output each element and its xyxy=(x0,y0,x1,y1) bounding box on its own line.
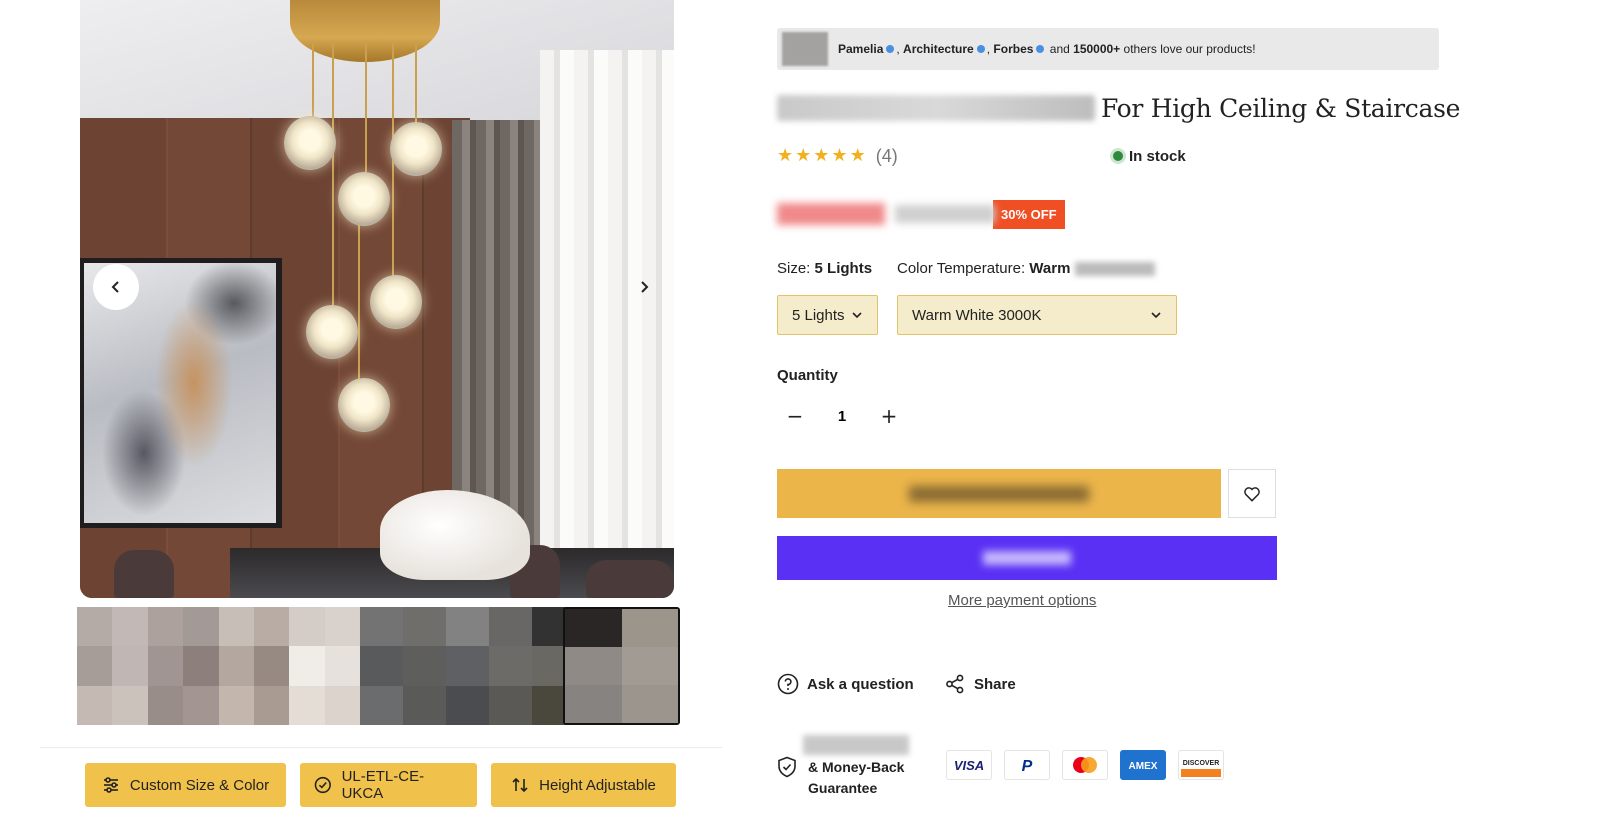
mastercard-icon xyxy=(1062,750,1108,780)
blurred-sale-price xyxy=(777,203,885,225)
quantity-label: Quantity xyxy=(777,367,838,384)
verified-icon xyxy=(886,45,895,53)
stock-status: In stock xyxy=(1113,145,1186,167)
chevron-right-icon xyxy=(641,281,649,293)
blurred-text xyxy=(1074,262,1155,277)
product-title-text: For High Ceiling & Staircase xyxy=(1101,93,1461,123)
share-icon xyxy=(946,674,964,694)
social-proof-banner: Pamelia, Architecture, Forbes and 150000… xyxy=(777,28,1439,70)
more-payment-options-link[interactable]: More payment options xyxy=(948,592,1096,609)
thumbnail-strip xyxy=(77,607,680,727)
color-option-label: Color Temperature: Warm xyxy=(897,260,1155,277)
certification-label: UL-ETL-CE-UKCA xyxy=(341,768,425,802)
chandelier-bulb xyxy=(338,378,390,432)
quantity-input[interactable] xyxy=(825,406,859,426)
quantity-stepper: − + xyxy=(777,398,907,434)
blurred-text xyxy=(803,735,909,755)
quantity-increase-button[interactable]: + xyxy=(871,398,907,434)
rating[interactable]: ★ ★ ★ ★ ★ (4) xyxy=(777,144,898,168)
product-main-image[interactable] xyxy=(80,0,674,598)
svg-text:DISCOVER: DISCOVER xyxy=(1183,760,1220,767)
discover-icon: DISCOVER xyxy=(1178,750,1224,780)
review-count: (4) xyxy=(875,145,898,166)
blurred-button-label xyxy=(909,485,1089,502)
divider xyxy=(40,747,722,748)
avatar xyxy=(782,32,828,66)
social-proof-suffix: others love our products! xyxy=(1123,42,1256,56)
social-proof-count: 150000+ xyxy=(1073,42,1121,56)
product-title: For High Ceiling & Staircase xyxy=(777,88,1460,128)
wishlist-button[interactable] xyxy=(1228,469,1276,518)
price-row: 30% OFF xyxy=(777,199,1065,229)
social-proof-and: and xyxy=(1049,42,1070,56)
chandelier-bulb xyxy=(306,305,358,359)
amex-icon: AMEX xyxy=(1120,750,1166,780)
star-icon: ★ xyxy=(777,145,794,166)
discount-badge: 30% OFF xyxy=(993,199,1065,229)
chandelier-bulb xyxy=(390,122,442,176)
thumbnail-image[interactable] xyxy=(360,607,575,725)
blurred-compare-price xyxy=(895,205,995,223)
verified-icon xyxy=(1036,45,1045,53)
height-adjustable-label: Height Adjustable xyxy=(539,776,656,794)
svg-text:P: P xyxy=(1022,758,1033,775)
social-proof-name: Architecture xyxy=(903,42,974,56)
star-icon: ★ xyxy=(831,145,848,166)
gallery-next-button[interactable] xyxy=(621,264,667,310)
status-dot-icon xyxy=(1113,151,1123,161)
custom-size-color-label: Custom Size & Color xyxy=(129,776,270,794)
size-selected-value: 5 Lights xyxy=(814,260,873,277)
thumbnail-image[interactable] xyxy=(77,607,360,725)
quantity-decrease-button[interactable]: − xyxy=(777,398,813,434)
svg-text:AMEX: AMEX xyxy=(1129,761,1158,772)
image-chair xyxy=(114,550,174,598)
image-sheer-curtain xyxy=(540,50,674,598)
chevron-down-icon xyxy=(1151,312,1161,319)
chandelier-bulb xyxy=(370,275,422,329)
share-link[interactable]: Share xyxy=(944,672,1016,696)
size-select-value: 5 Lights xyxy=(792,306,845,324)
color-selected-value: Warm xyxy=(1029,260,1071,277)
thumbnail-image-selected[interactable] xyxy=(563,607,680,725)
add-to-cart-button[interactable] xyxy=(777,469,1221,518)
size-option-label: Size: 5 Lights xyxy=(777,260,873,277)
gallery-prev-button[interactable] xyxy=(93,264,139,310)
heart-icon xyxy=(1244,486,1260,502)
color-select-value: Warm White 3000K xyxy=(912,306,1042,324)
paypal-icon: P xyxy=(1004,750,1050,780)
ask-question-link[interactable]: Ask a question xyxy=(777,672,914,696)
blurred-title-prefix xyxy=(777,95,1095,121)
certification-button[interactable]: UL-ETL-CE-UKCA xyxy=(300,763,477,807)
visa-icon: VISA xyxy=(946,750,992,780)
stock-label: In stock xyxy=(1129,147,1186,165)
svg-text:VISA: VISA xyxy=(954,758,984,773)
social-proof-name: Pamelia xyxy=(838,42,884,56)
height-adjustable-button[interactable]: Height Adjustable xyxy=(491,763,676,807)
payment-methods: VISA P AMEX DISCOVER xyxy=(946,750,1224,780)
shield-check-icon xyxy=(778,756,796,778)
blurred-button-label xyxy=(983,551,1071,565)
share-label: Share xyxy=(974,675,1016,693)
star-icon: ★ xyxy=(813,145,830,166)
custom-size-color-button[interactable]: Custom Size & Color xyxy=(85,763,286,807)
check-circle-icon xyxy=(314,776,331,794)
chandelier-bulb xyxy=(338,172,390,226)
question-circle-icon xyxy=(777,673,799,695)
buy-now-button[interactable] xyxy=(777,536,1277,580)
image-chair xyxy=(586,560,674,598)
arrows-vertical-icon xyxy=(512,777,528,793)
size-select[interactable]: 5 Lights xyxy=(777,295,878,335)
verified-icon xyxy=(976,45,985,53)
guarantee-text: & Money-Back Guarantee xyxy=(808,759,905,796)
chevron-down-icon xyxy=(852,312,862,319)
sliders-icon xyxy=(103,777,118,793)
chevron-left-icon xyxy=(111,281,119,293)
color-temperature-select[interactable]: Warm White 3000K xyxy=(897,295,1177,335)
ask-question-label: Ask a question xyxy=(807,675,914,693)
chandelier-bulb xyxy=(284,116,336,170)
social-proof-name: Forbes xyxy=(993,42,1034,56)
star-icon: ★ xyxy=(849,145,866,166)
star-icon: ★ xyxy=(795,145,812,166)
